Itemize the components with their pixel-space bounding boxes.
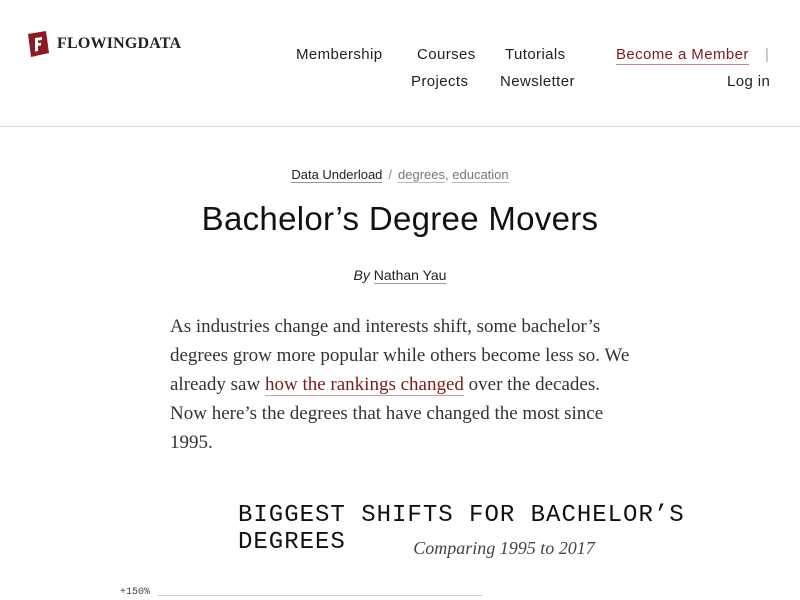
nav-tutorials[interactable]: Tutorials bbox=[505, 46, 566, 63]
site-name: FLOWINGDATA bbox=[57, 35, 182, 52]
site-header: FLOWINGDATA Membership Courses Tutorials… bbox=[0, 0, 800, 127]
breadcrumb-tag-education[interactable]: education bbox=[452, 167, 509, 183]
rankings-link[interactable]: how the rankings changed bbox=[264, 374, 464, 396]
byline: By Nathan Yau bbox=[0, 267, 800, 284]
intro-paragraph: As industries change and interests shift… bbox=[170, 312, 640, 457]
nav-separator: | bbox=[765, 46, 769, 63]
nav-projects[interactable]: Projects bbox=[411, 73, 468, 90]
chart-area: +150% bbox=[110, 584, 500, 600]
byline-label: By bbox=[353, 267, 370, 283]
breadcrumb-tag-degrees[interactable]: degrees bbox=[398, 167, 446, 183]
nav-membership[interactable]: Membership bbox=[296, 46, 383, 63]
y-gridline bbox=[158, 595, 482, 596]
breadcrumb-category[interactable]: Data Underload bbox=[291, 167, 383, 183]
nav-become-member[interactable]: Become a Member bbox=[616, 46, 749, 65]
flowingdata-logo-icon bbox=[28, 31, 49, 57]
site-logo[interactable]: FLOWINGDATA bbox=[26, 31, 181, 57]
author-link[interactable]: Nathan Yau bbox=[373, 267, 447, 284]
breadcrumb: Data Underload / degrees, education bbox=[0, 167, 800, 183]
nav-newsletter[interactable]: Newsletter bbox=[500, 73, 575, 90]
page-title: Bachelor’s Degree Movers bbox=[201, 200, 599, 237]
y-tick-label: +150% bbox=[120, 587, 151, 598]
nav-courses[interactable]: Courses bbox=[417, 46, 476, 63]
nav-login[interactable]: Log in bbox=[727, 73, 770, 90]
breadcrumb-separator: / bbox=[388, 167, 393, 182]
chart-subtitle: Comparing 1995 to 2017 bbox=[413, 538, 595, 558]
